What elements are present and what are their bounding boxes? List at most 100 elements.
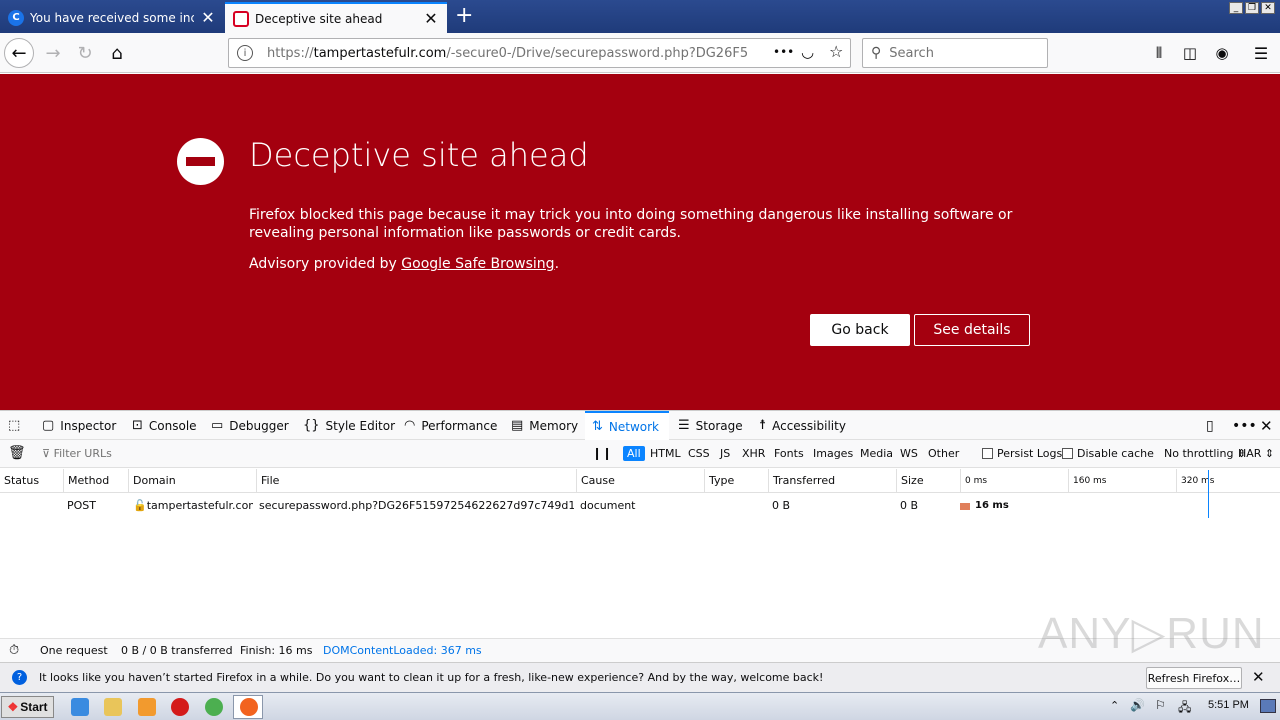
navigation-toolbar: ← → ↻ ⌂ i https://tampertastefulr.com/-s… — [0, 33, 1280, 73]
column-method[interactable]: Method — [63, 469, 109, 493]
new-tab-icon[interactable]: + — [455, 5, 473, 27]
pocket-icon[interactable]: ◡ — [801, 43, 814, 61]
column-transferred[interactable]: Transferred — [768, 469, 835, 493]
timeline-0ms: 0 ms — [960, 469, 987, 493]
home-button[interactable]: ⌂ — [102, 38, 132, 68]
filter-js[interactable]: JS — [716, 446, 734, 461]
see-details-button[interactable]: See details — [914, 314, 1030, 346]
filter-css[interactable]: CSS — [684, 446, 714, 461]
filter-xhr[interactable]: XHR — [738, 446, 769, 461]
column-file[interactable]: File — [256, 469, 279, 493]
row-transferred: 0 B — [772, 499, 791, 512]
close-window-icon[interactable]: ✕ — [1261, 2, 1275, 14]
dock-side-icon[interactable]: ▯ — [1206, 411, 1214, 440]
restore-icon[interactable]: ❐ — [1245, 2, 1259, 14]
refresh-firefox-button[interactable]: Refresh Firefox… — [1146, 667, 1242, 689]
windows-logo-icon: ❖ — [7, 700, 19, 714]
har-menu[interactable]: HAR ⇕ — [1238, 447, 1274, 460]
accessibility-icon: ☨ — [759, 418, 767, 433]
filter-urls-input[interactable]: ⊽ Filter URLs — [42, 447, 112, 460]
braces-icon: {} — [303, 418, 320, 433]
bookmark-star-icon[interactable]: ☆ — [829, 42, 843, 61]
debugger-icon: ▭ — [211, 418, 224, 433]
column-size[interactable]: Size — [896, 469, 924, 493]
network-icon[interactable]: 🖧 — [1178, 698, 1191, 719]
throttling-select[interactable]: No throttling ⇕ — [1164, 447, 1246, 460]
tab-style-editor[interactable]: {} Style Editor — [303, 411, 395, 440]
flag-icon[interactable]: ⚐ — [1155, 698, 1166, 712]
search-bar[interactable]: ⚲ Search — [862, 38, 1048, 68]
safe-browsing-link[interactable]: Google Safe Browsing — [401, 256, 554, 272]
search-placeholder: Search — [889, 45, 934, 61]
pause-icon[interactable]: ❙❙ — [592, 446, 612, 460]
opera-icon[interactable] — [171, 698, 189, 716]
row-file: securepassword.php?DG26F51597254622627d9… — [259, 499, 574, 512]
inspector-icon: ▢ — [42, 418, 55, 433]
table-row[interactable]: POST 🔓tampertastefulr.com securepassword… — [0, 470, 1280, 518]
filter-fonts[interactable]: Fonts — [770, 446, 808, 461]
column-domain[interactable]: Domain — [128, 469, 176, 493]
filter-images[interactable]: Images — [809, 446, 857, 461]
warning-favicon-icon — [233, 10, 249, 27]
page-actions-icon[interactable]: ••• — [773, 45, 794, 59]
deceptive-site-warning: Deceptive site ahead Firefox blocked thi… — [0, 74, 1280, 410]
refresh-firefox-notification: ? It looks like you haven’t started Fire… — [0, 662, 1280, 692]
sidebar-icon[interactable]: ◫ — [1175, 38, 1205, 68]
network-table-header: Status Method Domain File Cause Type Tra… — [0, 469, 1280, 493]
reload-button[interactable]: ↻ — [70, 38, 100, 68]
close-tab-icon[interactable]: ✕ — [423, 9, 439, 28]
persist-logs-checkbox[interactable]: Persist Logs — [982, 447, 1062, 460]
row-cause: document — [580, 499, 636, 512]
ie-icon[interactable] — [71, 698, 89, 716]
show-desktop-icon[interactable] — [1260, 699, 1276, 713]
search-icon: ⚲ — [871, 45, 882, 61]
url-bar[interactable]: i https://tampertastefulr.com/-secure0-/… — [228, 38, 851, 68]
close-notification-icon[interactable]: ✕ — [1252, 668, 1265, 686]
firefox-taskbar-button[interactable] — [233, 695, 263, 719]
close-tab-icon[interactable]: ✕ — [200, 8, 216, 27]
tab-deceptive-site[interactable]: Deceptive site ahead ✕ — [225, 2, 447, 33]
tab-network[interactable]: ⇅ Network — [585, 411, 669, 440]
windows-taskbar: ❖ Start ⌃ 🔊 ⚐ 🖧 5:51 PM — [0, 692, 1280, 720]
folder-icon[interactable] — [104, 698, 122, 716]
media-player-icon[interactable] — [138, 698, 156, 716]
tab-debugger[interactable]: ▭ Debugger — [211, 411, 289, 440]
forward-button[interactable]: → — [38, 38, 68, 68]
chrome-icon[interactable] — [205, 698, 223, 716]
account-icon[interactable]: ◉ — [1207, 38, 1237, 68]
filter-media[interactable]: Media — [856, 446, 897, 461]
minimize-icon[interactable]: _ — [1229, 2, 1243, 14]
tray-expand-icon[interactable]: ⌃ — [1110, 699, 1119, 712]
tab-accessibility[interactable]: ☨ Accessibility — [759, 411, 846, 440]
url-text[interactable]: https://tampertastefulr.com/-secure0-/Dr… — [267, 46, 747, 61]
request-count: One request — [40, 644, 108, 657]
filter-ws[interactable]: WS — [896, 446, 922, 461]
menu-icon[interactable]: ☰ — [1246, 38, 1276, 68]
library-icon[interactable]: ⫴ — [1144, 38, 1174, 68]
element-picker-icon[interactable]: ⬚ — [8, 411, 26, 440]
network-filter-bar: 🗑 ⊽ Filter URLs ❙❙ All HTML CSS JS XHR F… — [0, 440, 1280, 468]
go-back-button[interactable]: Go back — [810, 314, 910, 346]
tab-incoming[interactable]: C You have received some incoming ✕ — [0, 2, 224, 33]
column-status[interactable]: Status — [0, 469, 39, 493]
more-options-icon[interactable]: ••• — [1232, 411, 1257, 440]
filter-other[interactable]: Other — [924, 446, 963, 461]
volume-icon[interactable]: 🔊 — [1130, 698, 1145, 712]
tab-performance[interactable]: ◠ Performance — [404, 411, 497, 440]
start-button[interactable]: ❖ Start — [1, 696, 54, 718]
trash-icon[interactable]: 🗑 — [8, 445, 26, 461]
dom-content-loaded: DOMContentLoaded: 367 ms — [323, 644, 482, 657]
column-type[interactable]: Type — [704, 469, 734, 493]
info-icon[interactable]: i — [237, 45, 253, 61]
column-cause[interactable]: Cause — [576, 469, 615, 493]
tab-memory[interactable]: ▤ Memory — [511, 411, 578, 440]
tab-inspector[interactable]: ▢ Inspector — [42, 411, 116, 440]
tab-console[interactable]: ⊡ Console — [132, 411, 197, 440]
disable-cache-checkbox[interactable]: Disable cache — [1062, 447, 1154, 460]
close-devtools-icon[interactable]: ✕ — [1260, 411, 1273, 440]
filter-html[interactable]: HTML — [646, 446, 685, 461]
clock[interactable]: 5:51 PM — [1208, 699, 1249, 711]
tab-storage[interactable]: ☰ Storage — [678, 411, 743, 440]
filter-all[interactable]: All — [623, 446, 645, 461]
back-button[interactable]: ← — [4, 38, 34, 68]
